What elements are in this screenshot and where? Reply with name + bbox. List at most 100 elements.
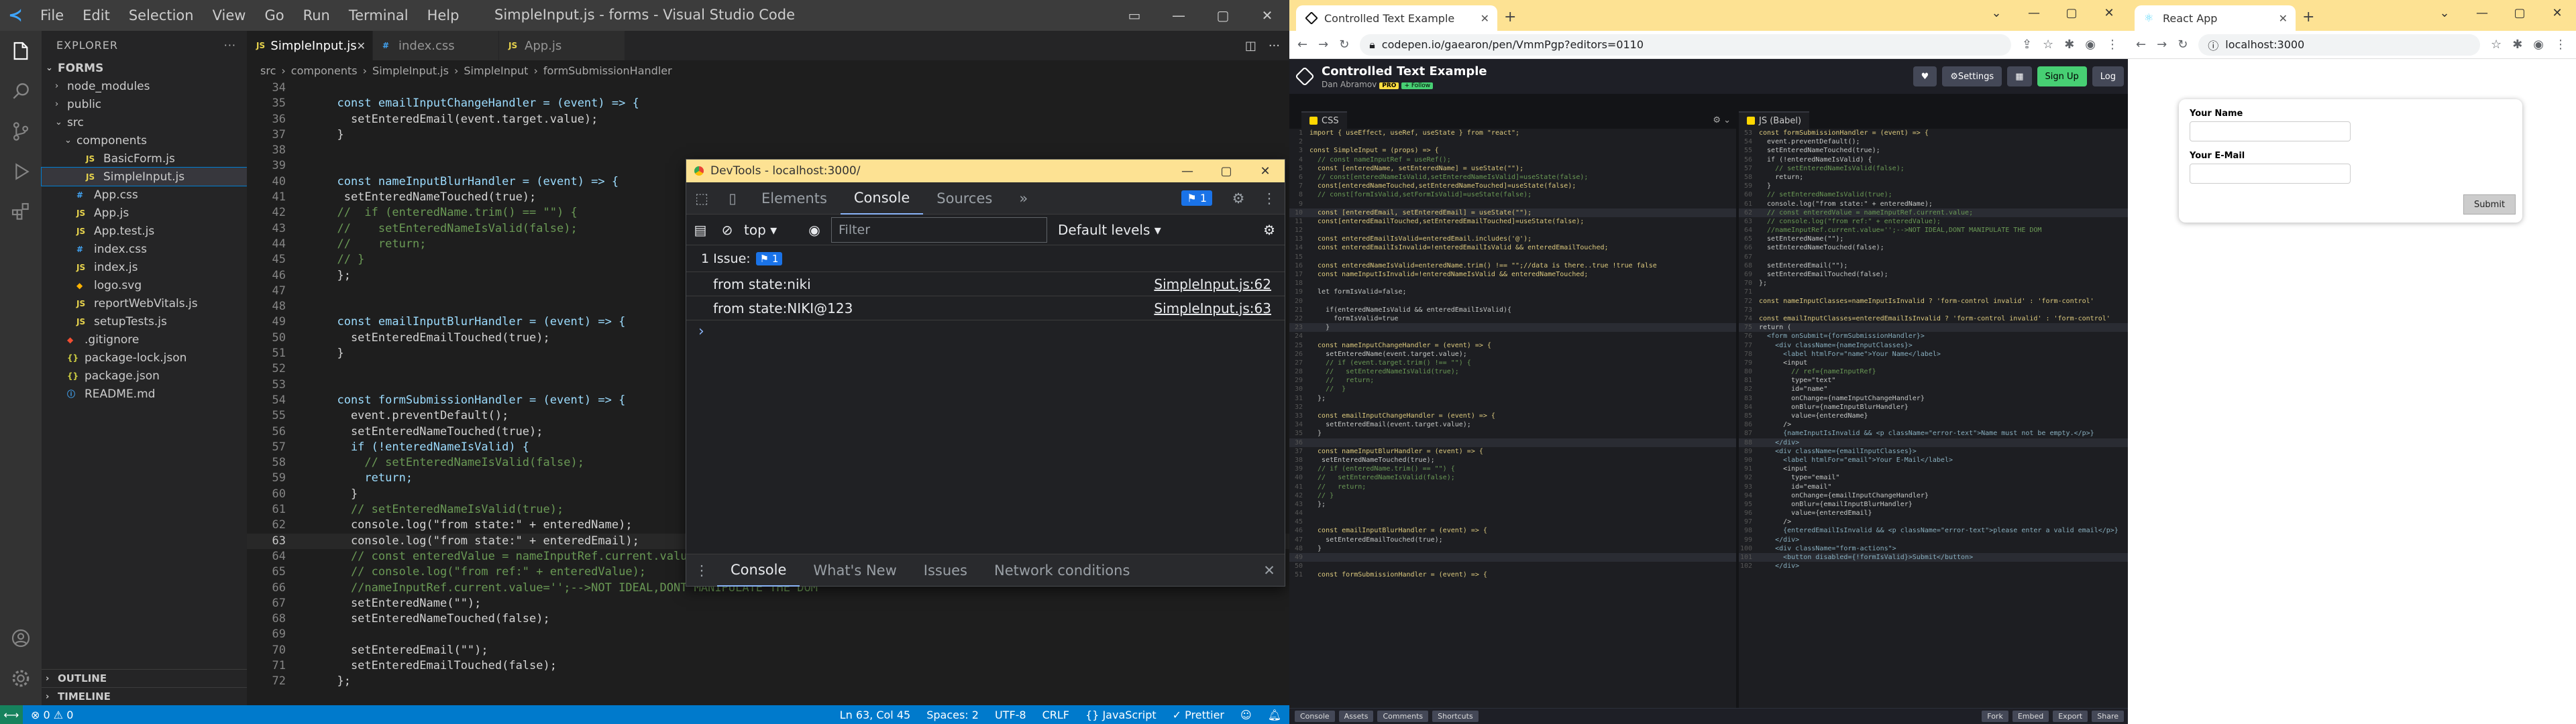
close-tab-icon[interactable]: ✕ [357,40,366,52]
tree-item[interactable]: ◆ logo.svg [42,276,247,294]
device-toolbar-icon[interactable]: ▯ [717,182,748,215]
maximize-button[interactable]: ▢ [2053,0,2090,25]
minimize-button[interactable]: — [2015,0,2053,25]
more-actions-icon[interactable]: ··· [224,39,236,52]
menu-item[interactable]: Edit [73,7,119,23]
eye-icon[interactable]: ◉ [804,222,824,238]
tree-item[interactable]: JS setupTests.js [42,312,247,330]
editor-tab[interactable]: # index.css [373,31,499,60]
panel-settings-icon[interactable]: ⚙ ⌄ [1713,115,1731,125]
tab-search-icon[interactable]: ⌄ [2426,0,2463,25]
menu-item[interactable]: Go [255,7,293,23]
outline-section[interactable]: › OUTLINE [42,669,247,687]
language-mode[interactable]: {} JavaScript [1077,709,1165,721]
footer-button[interactable]: Shortcuts [1432,711,1479,722]
inspect-element-icon[interactable]: ⬚ [686,182,717,215]
editor-tab[interactable]: JS App.js [499,31,625,60]
search-icon[interactable] [0,71,42,111]
back-icon[interactable]: ← [2136,38,2146,52]
kebab-menu-icon[interactable]: ⋮ [2106,38,2118,52]
menu-item[interactable]: View [203,7,256,23]
more-tabs-icon[interactable]: » [1006,182,1041,215]
notifications-bell-icon[interactable]: 🔔︎ [1260,709,1289,721]
name-input[interactable] [2190,121,2351,141]
menu-item[interactable]: Terminal [339,7,418,23]
browser-tab-codepen[interactable]: Controlled Text Example ✕ [1296,5,1497,31]
devtools-tab[interactable]: Elements [748,182,841,215]
star-icon[interactable]: ☆ [2043,38,2053,52]
close-button[interactable]: ✕ [2090,0,2128,25]
menu-item[interactable]: Selection [119,7,203,23]
context-select[interactable]: top ▾ [744,222,798,238]
issues-badge[interactable]: ⚑ 1 [1181,190,1212,206]
menu-item[interactable]: File [31,7,73,23]
issues-bar[interactable]: 1 Issue: ⚑ 1 [686,245,1285,272]
drawer-tab[interactable]: Issues [910,554,981,587]
menu-item[interactable]: Run [294,7,339,23]
footer-button[interactable]: Console [1295,711,1335,722]
editor-tab[interactable]: JS SimpleInput.js ✕ [247,31,373,60]
tree-item[interactable]: ⓘ README.md [42,385,247,403]
address-bar[interactable]: 🔒︎ codepen.io/gaearon/pen/VmmPgp?editors… [1360,34,2011,56]
tree-item[interactable]: JS App.test.js [42,222,247,240]
split-editor-icon[interactable]: ◫ [1245,39,1256,53]
tree-item[interactable]: JS index.js [42,258,247,276]
heart-icon[interactable]: ♥ [1913,66,1937,86]
cursor-position[interactable]: Ln 63, Col 45 [832,709,919,721]
close-button[interactable]: ✕ [1245,0,1289,31]
tree-item[interactable]: ⌄ src [42,113,247,131]
more-actions-icon[interactable]: ··· [1269,39,1280,53]
minimize-button[interactable]: — [1168,164,1207,178]
submit-button[interactable]: Submit [2463,194,2516,215]
footer-button[interactable]: Assets [1338,711,1374,722]
extensions-icon[interactable]: ✱ [2064,38,2074,52]
layout-icon[interactable]: ▭ [1112,0,1157,31]
console-source-link[interactable]: SimpleInput.js:62 [1154,276,1271,292]
close-drawer-icon[interactable]: ✕ [1254,554,1285,587]
indentation[interactable]: Spaces: 2 [918,709,987,721]
forward-icon[interactable]: → [2157,38,2167,52]
pen-author[interactable]: Dan Abramov PRO + Follow [1322,80,1487,89]
settings-button[interactable]: ⚙ Settings [1942,66,2002,86]
menu-item[interactable]: Help [418,7,469,23]
profile-icon[interactable]: ◉ [2085,38,2096,52]
codepen-logo-icon[interactable] [1295,66,1315,86]
reload-icon[interactable]: ↻ [1339,38,1349,52]
footer-button[interactable]: Comments [1377,711,1429,722]
tree-item[interactable]: JS reportWebVitals.js [42,294,247,312]
console-prompt[interactable]: › [686,320,1285,342]
extensions-icon[interactable] [0,192,42,232]
footer-action-button[interactable]: Fork [1982,711,2008,722]
explorer-icon[interactable] [0,31,42,71]
breadcrumb-item[interactable]: components [291,64,358,77]
footer-action-button[interactable]: Embed [2012,711,2049,722]
source-control-icon[interactable] [0,111,42,152]
minimize-button[interactable]: — [2463,0,2501,25]
tree-item[interactable]: {} package-lock.json [42,349,247,367]
maximize-button[interactable]: ▢ [2501,0,2538,25]
breadcrumb-item[interactable]: SimpleInput [464,64,528,77]
tree-item[interactable]: › public [42,95,247,113]
extensions-icon[interactable]: ✱ [2512,38,2522,52]
close-button[interactable]: ✕ [1246,164,1285,178]
run-debug-icon[interactable] [0,152,42,192]
console-source-link[interactable]: SimpleInput.js:63 [1154,300,1271,316]
remote-icon[interactable]: ⟷ [0,705,23,724]
tree-item[interactable]: JS BasicForm.js [42,149,247,168]
tree-item[interactable]: ⌄ components [42,131,247,149]
login-button[interactable]: Log [2092,66,2124,86]
tree-item[interactable]: JS App.js [42,204,247,222]
tree-item[interactable]: › node_modules [42,77,247,95]
breadcrumb-item[interactable]: SimpleInput.js [372,64,449,77]
star-icon[interactable]: ☆ [2491,38,2502,52]
browser-tab-react[interactable]: ⚛ React App ✕ [2135,5,2296,31]
devtools-tab[interactable]: Sources [923,182,1006,215]
account-icon[interactable] [0,618,42,658]
new-tab-icon[interactable]: + [2302,9,2314,25]
email-input[interactable] [2190,164,2351,184]
maximize-button[interactable]: ▢ [1207,164,1246,178]
footer-action-button[interactable]: Export [2053,711,2088,722]
drawer-tab[interactable]: Network conditions [981,554,1143,587]
kebab-menu-icon[interactable]: ⋮ [2555,38,2567,52]
tab-search-icon[interactable]: ⌄ [1978,0,2015,25]
